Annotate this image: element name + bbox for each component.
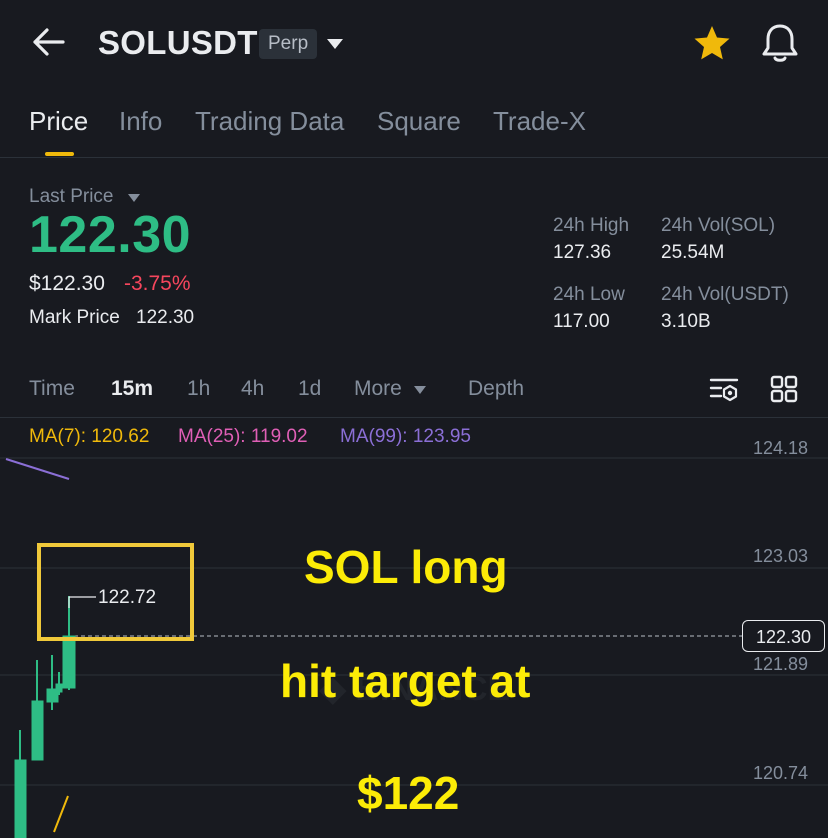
interval-4h[interactable]: 4h [241, 377, 264, 401]
tab-info[interactable]: Info [119, 106, 162, 137]
tab-trading-data[interactable]: Trading Data [195, 106, 344, 137]
interval-1h[interactable]: 1h [187, 377, 210, 401]
ma7-value: MA(7): 120.62 [29, 426, 150, 447]
ma7-line [53, 795, 69, 833]
price-axis-tick: 121.89 [753, 654, 809, 674]
high-24h-label: 24h High [553, 215, 630, 236]
ma25-value: MA(25): 119.02 [178, 426, 308, 447]
bell-icon[interactable] [760, 22, 800, 64]
interval-1d[interactable]: 1d [298, 377, 321, 401]
usd-price: $122.30 [29, 272, 105, 295]
price-axis-tick: 124.18 [753, 438, 809, 458]
annotation-line-1: SOL long [304, 541, 508, 593]
indicator-settings-icon[interactable] [709, 376, 739, 404]
dropdown-caret-icon[interactable] [325, 37, 345, 51]
tab-trade-x[interactable]: Trade-X [493, 106, 586, 137]
highlight-box [37, 543, 194, 641]
layout-grid-icon[interactable] [770, 375, 798, 403]
last-price-value: 122.30 [29, 206, 192, 264]
back-arrow-icon[interactable] [30, 26, 66, 58]
ma99-value: MA(99): 123.95 [340, 426, 471, 447]
tab-square[interactable]: Square [377, 106, 461, 137]
interval-15m[interactable]: 15m [111, 377, 153, 401]
annotation-line-3: $122 [357, 767, 460, 819]
interval-depth[interactable]: Depth [468, 377, 524, 401]
price-change-percent: -3.75% [124, 272, 191, 295]
perp-badge: Perp [259, 29, 318, 59]
high-24h-value: 127.36 [553, 242, 612, 263]
candle [31, 700, 44, 761]
interval-more[interactable]: More [354, 377, 402, 401]
tabs-divider [0, 157, 828, 158]
low-24h-label: 24h Low [553, 284, 625, 305]
candle [55, 683, 63, 693]
current-price-tag: 122.30 [742, 620, 825, 652]
interval-time[interactable]: Time [29, 377, 75, 401]
active-tab-indicator [45, 152, 74, 156]
more-caret-icon[interactable] [413, 385, 427, 395]
tab-price[interactable]: Price [29, 106, 88, 137]
candle [14, 759, 27, 838]
symbol-title[interactable]: SOLUSDT [98, 24, 258, 62]
vol-usdt-label: 24h Vol(USDT) [661, 284, 789, 305]
vol-sol-label: 24h Vol(SOL) [661, 215, 776, 236]
mark-price-label: Mark Price [29, 307, 120, 328]
candle [62, 635, 76, 689]
vol-usdt-value: 3.10B [661, 311, 711, 332]
low-24h-value: 117.00 [553, 311, 610, 332]
star-icon[interactable] [693, 24, 731, 62]
vol-sol-value: 25.54M [661, 242, 725, 263]
price-axis-tick: 120.74 [753, 763, 809, 783]
price-axis-tick: 123.03 [753, 546, 809, 566]
annotation-line-2: hit target at [280, 655, 531, 707]
last-price-caret-icon[interactable] [127, 193, 141, 203]
ma99-line [5, 458, 70, 480]
mark-price-value: 122.30 [136, 307, 195, 328]
